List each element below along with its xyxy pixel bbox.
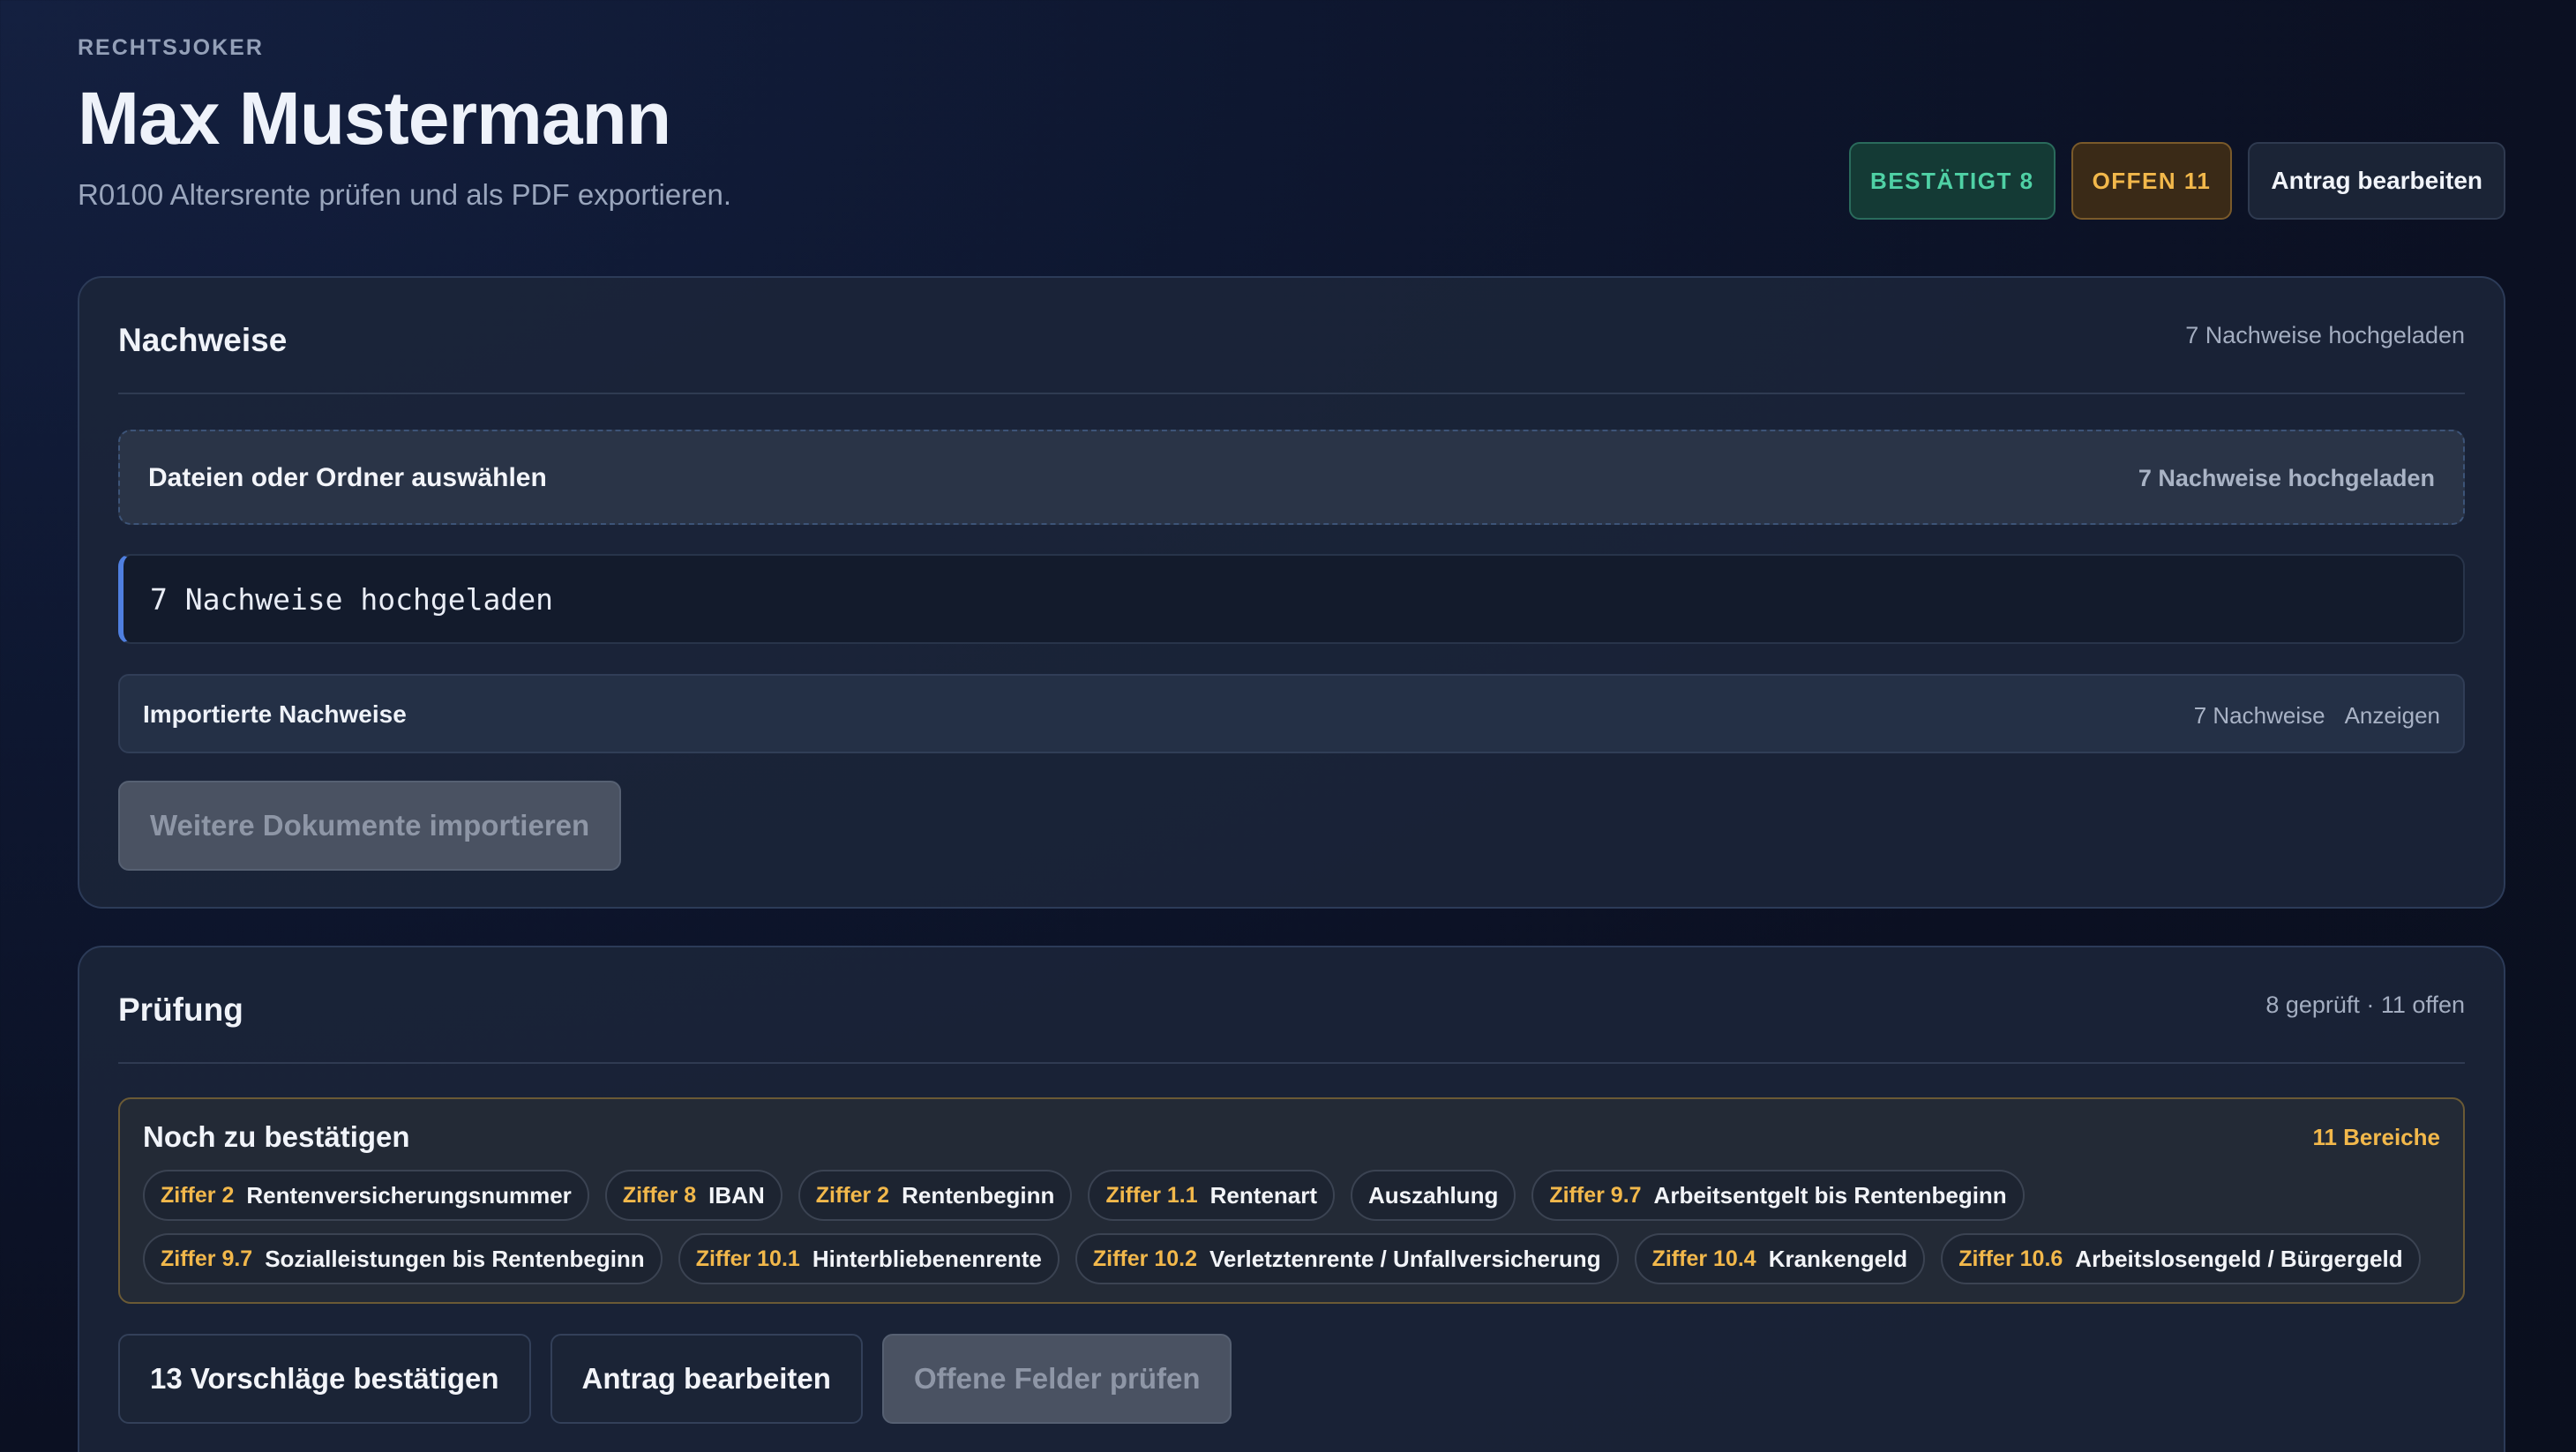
dropzone-label: Dateien oder Ordner auswählen [148, 463, 547, 492]
chip-label: Arbeitslosengeld / Bürgergeld [2075, 1245, 2403, 1272]
file-dropzone[interactable]: Dateien oder Ordner auswählen 7 Nachweis… [118, 430, 2465, 525]
pending-confirmation-box: Noch zu bestätigen 11 Bereiche Ziffer 2 R… [118, 1097, 2465, 1304]
chip-label: Auszahlung [1368, 1181, 1499, 1209]
field-chip[interactable]: Ziffer 9.7 Sozialleistungen bis Rentenbeg… [143, 1233, 663, 1284]
chip-label: Sozialleistungen bis Rentenbeginn [265, 1245, 645, 1272]
chip-label: Verletztenrente / Unfallversicherung [1209, 1245, 1601, 1272]
field-chip[interactable]: Ziffer 2 Rentenversicherungsnummer [143, 1170, 589, 1221]
edit-application-button-secondary[interactable]: Antrag bearbeiten [550, 1334, 863, 1424]
pending-count: 11 Bereiche [2312, 1124, 2440, 1150]
pruefung-header: Prüfung 8 geprüft · 11 offen [118, 947, 2465, 1064]
pruefung-meta: 8 geprüft · 11 offen [2265, 992, 2465, 1018]
confirmed-badge: BESTÄTIGT 8 [1849, 142, 2056, 220]
chip-label: Arbeitsentgelt bis Rentenbeginn [1653, 1181, 2007, 1209]
imported-label: Importierte Nachweise [143, 700, 407, 728]
chip-label: Rentenbeginn [902, 1181, 1055, 1209]
dropzone-count: 7 Nachweise hochgeladen [2138, 465, 2435, 491]
pruefung-title: Prüfung [118, 992, 243, 1028]
confirm-suggestions-button[interactable]: 13 Vorschläge bestätigen [118, 1334, 531, 1424]
chip-ziffer: Ziffer 10.4 [1651, 1246, 1756, 1271]
imported-count: 7 Nachweise [2193, 702, 2325, 729]
field-chip[interactable]: Ziffer 10.2 Verletztenrente / Unfallversi… [1075, 1233, 1619, 1284]
field-chip[interactable]: Ziffer 10.4 Krankengeld [1634, 1233, 1926, 1284]
pending-chips: Ziffer 2 Rentenversicherungsnummer Ziffer … [143, 1170, 2445, 1284]
app-eyebrow: RECHTSJOKER [78, 35, 264, 60]
chip-ziffer: Ziffer 10.1 [695, 1246, 800, 1271]
chip-ziffer: Ziffer 1.1 [1105, 1182, 1198, 1208]
chip-ziffer: Ziffer 10.2 [1092, 1246, 1197, 1271]
chip-label: Krankengeld [1768, 1245, 1908, 1272]
page-title: Max Mustermann [78, 77, 671, 160]
chip-ziffer: Ziffer 9.7 [161, 1246, 253, 1271]
pruefung-card: Prüfung 8 geprüft · 11 offen Noch zu bes… [78, 946, 2505, 1452]
upload-status: 7 Nachweise hochgeladen [118, 554, 2465, 644]
upload-status-text: 7 Nachweise hochgeladen [150, 582, 553, 617]
field-chip[interactable]: Ziffer 9.7 Arbeitsentgelt bis Rentenbegin… [1531, 1170, 2025, 1221]
chip-ziffer: Ziffer 10.6 [1958, 1246, 2063, 1271]
field-chip[interactable]: Auszahlung [1351, 1170, 1516, 1221]
chip-ziffer: Ziffer 2 [161, 1182, 235, 1208]
page-header: RECHTSJOKER Max Mustermann R0100 Altersr… [78, 0, 2505, 273]
chip-ziffer: Ziffer 9.7 [1549, 1182, 1642, 1208]
open-badge: OFFEN 11 [2071, 142, 2233, 220]
field-chip[interactable]: Ziffer 10.1 Hinterbliebenenrente [678, 1233, 1060, 1284]
imported-documents-row[interactable]: Importierte Nachweise 7 Nachweise Anzeig… [118, 674, 2465, 753]
chip-label: Hinterbliebenenrente [812, 1245, 1042, 1272]
field-chip[interactable]: Ziffer 2 Rentenbeginn [798, 1170, 1073, 1221]
nachweise-title: Nachweise [118, 322, 288, 358]
chip-ziffer: Ziffer 8 [622, 1182, 697, 1208]
page-subtitle: R0100 Altersrente prüfen und als PDF exp… [78, 178, 732, 211]
header-actions: BESTÄTIGT 8 OFFEN 11 Antrag bearbeiten [1849, 142, 2505, 220]
check-open-fields-button[interactable]: Offene Felder prüfen [881, 1334, 1232, 1424]
nachweise-card: Nachweise 7 Nachweise hochgeladen Dateie… [78, 276, 2505, 909]
chip-ziffer: Ziffer 2 [815, 1182, 890, 1208]
field-chip[interactable]: Ziffer 1.1 Rentenart [1088, 1170, 1335, 1221]
pruefung-actions: 13 Vorschläge bestätigen Antrag bearbeit… [118, 1334, 1232, 1424]
nachweise-header: Nachweise 7 Nachweise hochgeladen [118, 278, 2465, 394]
import-more-button[interactable]: Weitere Dokumente importieren [118, 781, 622, 871]
chip-label: Rentenversicherungsnummer [246, 1181, 572, 1209]
field-chip[interactable]: Ziffer 8 IBAN [604, 1170, 783, 1221]
show-imported-toggle[interactable]: Anzeigen [2345, 702, 2440, 730]
pending-title: Noch zu bestätigen [143, 1120, 410, 1153]
chip-label: Rentenart [1209, 1181, 1317, 1209]
field-chip[interactable]: Ziffer 10.6 Arbeitslosengeld / Bürgergeld [1941, 1233, 2421, 1284]
edit-application-button[interactable]: Antrag bearbeiten [2248, 142, 2505, 220]
chip-label: IBAN [708, 1181, 765, 1209]
nachweise-meta: 7 Nachweise hochgeladen [2185, 322, 2465, 348]
